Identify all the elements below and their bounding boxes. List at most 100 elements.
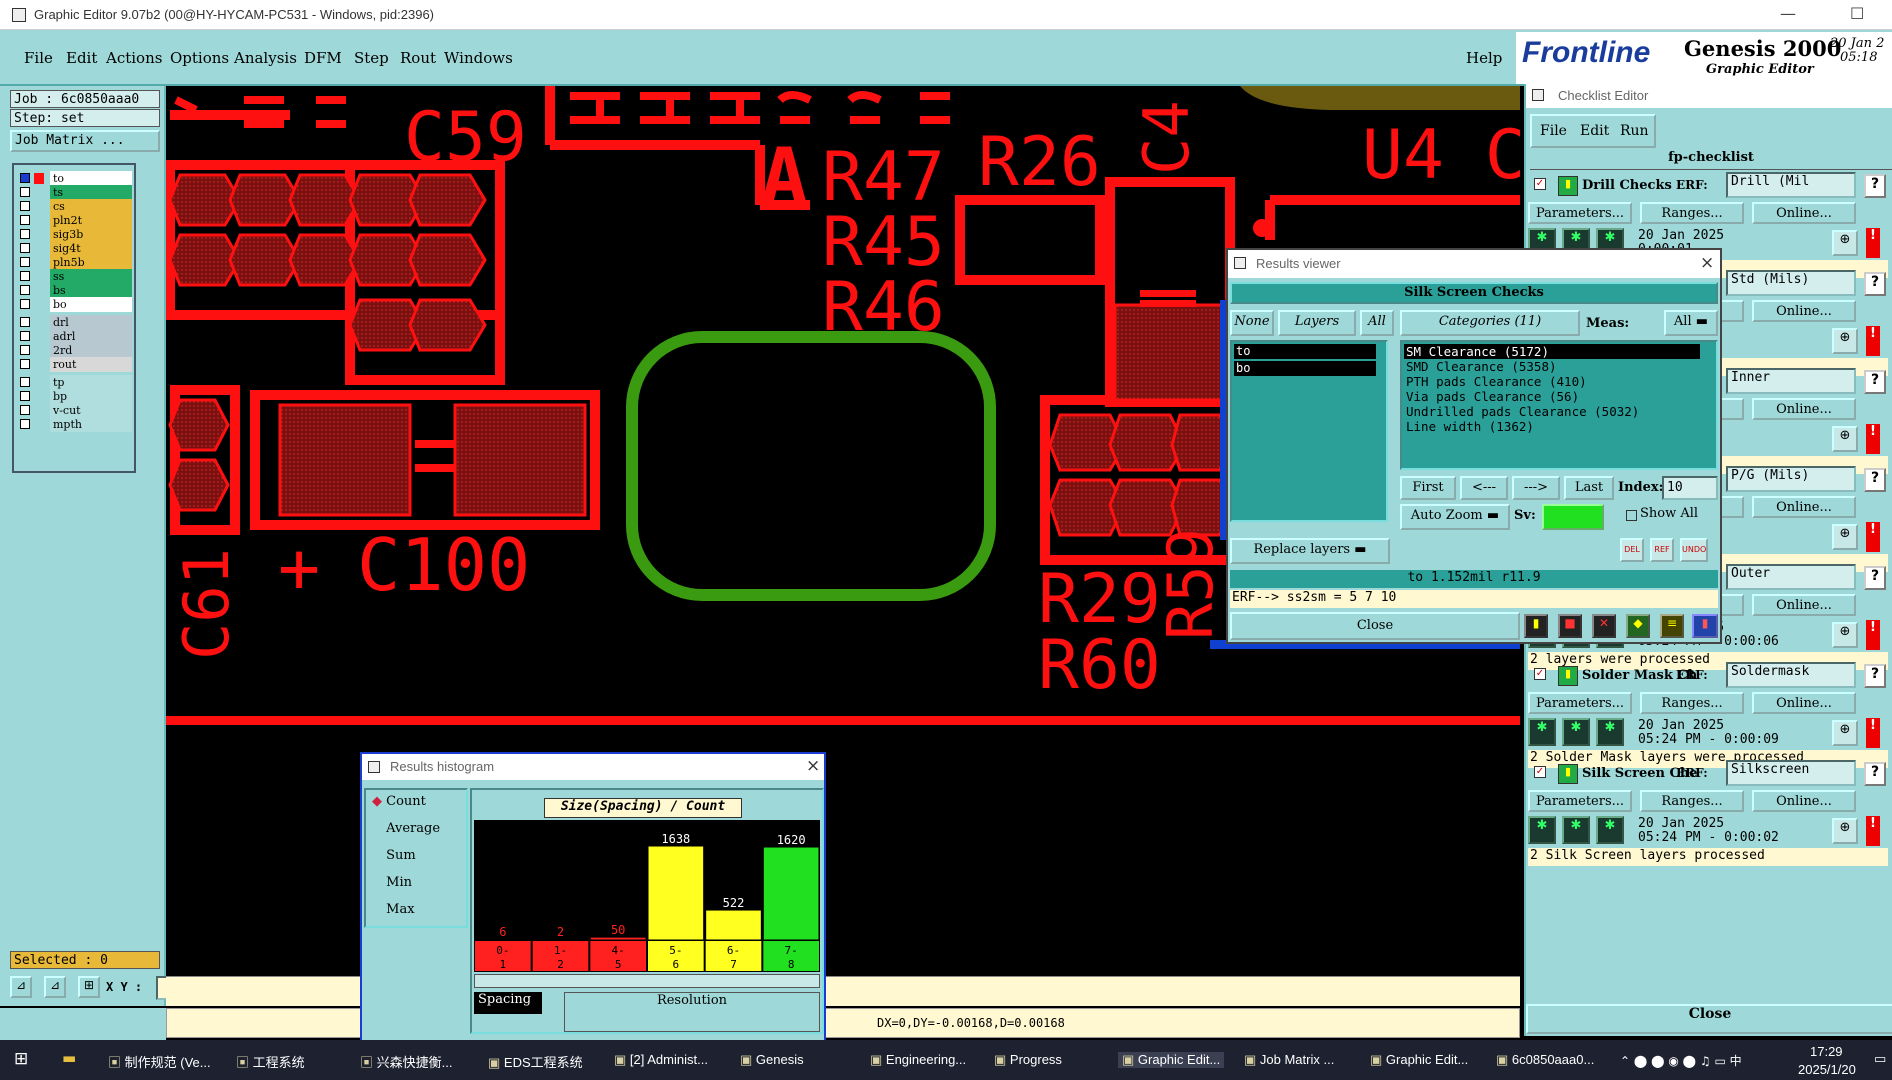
layer-name[interactable]: 2rd	[50, 343, 132, 358]
mark-icon[interactable]: ■	[1558, 614, 1582, 638]
histogram-close-icon[interactable]: ×	[806, 756, 820, 776]
zoom-icon[interactable]: ⊕	[1832, 230, 1858, 256]
layer-checkbox[interactable]	[20, 331, 30, 341]
check-online-button[interactable]: Online...	[1752, 496, 1856, 518]
error-icon[interactable]: !	[1866, 228, 1880, 258]
category-item[interactable]: Via pads Clearance (56)	[1404, 389, 1700, 404]
layer-checkbox[interactable]	[20, 345, 30, 355]
layer-checkbox[interactable]	[20, 317, 30, 327]
run-step-icon[interactable]: ✱	[1562, 816, 1590, 844]
layer-row-sig4t[interactable]: sig4t	[16, 241, 134, 256]
layer-color-swatch[interactable]	[34, 391, 44, 402]
layer-row-tp[interactable]: tp	[16, 375, 134, 390]
erf-value[interactable]: Drill (Mil	[1726, 172, 1856, 198]
layer-color-swatch[interactable]	[34, 331, 44, 342]
check-online-button[interactable]: Online...	[1752, 300, 1856, 322]
radio-icon[interactable]: ◆	[372, 821, 386, 836]
check-params-button[interactable]: Parameters...	[1528, 790, 1632, 812]
layer-name[interactable]: pln5b	[50, 255, 132, 270]
menu-rout[interactable]: Rout	[400, 49, 436, 67]
taskbar-item[interactable]: ▣ EDS工程系统	[488, 1052, 583, 1071]
layer-result-to[interactable]: to	[1234, 344, 1376, 359]
run-step-icon[interactable]: ✱	[1596, 718, 1624, 746]
layer-color-swatch[interactable]	[34, 243, 44, 254]
taskbar-item[interactable]: ▣ Job Matrix ...	[1244, 1052, 1334, 1068]
maximize-button[interactable]: ☐	[1850, 4, 1864, 23]
check-params-button[interactable]: Parameters...	[1528, 692, 1632, 714]
layer-name[interactable]: sig4t	[50, 241, 132, 256]
histogram-bar[interactable]	[647, 845, 705, 941]
layer-name[interactable]: to	[50, 171, 132, 186]
layer-name[interactable]: bp	[50, 389, 132, 404]
layer-checkbox[interactable]	[20, 419, 30, 429]
layer-row-ss[interactable]: ss	[16, 269, 134, 284]
layer-checkbox[interactable]	[20, 391, 30, 401]
clear-icon[interactable]: ✕	[1592, 614, 1616, 638]
layer-checkbox[interactable]	[20, 243, 30, 253]
erf-value[interactable]: P/G (Mils)	[1726, 466, 1856, 492]
mode-sum-radio[interactable]: ◆ Sum	[372, 848, 416, 863]
error-icon[interactable]: !	[1866, 522, 1880, 552]
highlight-icon[interactable]: ▮	[1524, 614, 1548, 638]
check-enabled-checkbox[interactable]: ✓	[1534, 668, 1546, 680]
zoom-icon[interactable]: ⊕	[1832, 622, 1858, 648]
menu-analysis[interactable]: Analysis	[234, 49, 297, 67]
taskbar-item[interactable]: ▣ Genesis	[740, 1052, 804, 1068]
job-matrix-button[interactable]: Job Matrix ...	[10, 130, 160, 152]
error-icon[interactable]: !	[1866, 718, 1880, 748]
layer-checkbox[interactable]	[20, 201, 30, 211]
layer-name[interactable]: ts	[50, 185, 132, 200]
layer-color-swatch[interactable]	[34, 419, 44, 430]
layer-checkbox[interactable]	[20, 187, 30, 197]
ref-icon[interactable]: REF	[1650, 538, 1674, 562]
notification-icon[interactable]: ▭	[1874, 1052, 1886, 1067]
help-icon[interactable]: ?	[1864, 468, 1886, 492]
layer-row-to[interactable]: to	[16, 171, 134, 186]
minimize-button[interactable]: —	[1780, 4, 1796, 23]
taskbar-item[interactable]: ▣ Engineering...	[870, 1052, 966, 1068]
layer-row-bo[interactable]: bo	[16, 297, 134, 312]
layer-row-sig3b[interactable]: sig3b	[16, 227, 134, 242]
error-icon[interactable]: !	[1866, 816, 1880, 846]
mode-average-radio[interactable]: ◆ Average	[372, 821, 440, 836]
start-icon[interactable]: ⊞	[14, 1049, 28, 1069]
erf-value[interactable]: Std (Mils)	[1726, 270, 1856, 296]
layer-row-mpth[interactable]: mpth	[16, 417, 134, 432]
layer-color-swatch[interactable]	[34, 201, 44, 212]
layer-color-swatch[interactable]	[34, 359, 44, 370]
none-button[interactable]: None	[1230, 310, 1274, 336]
layer-name[interactable]: v-cut	[50, 403, 132, 418]
layer-checkbox[interactable]	[20, 271, 30, 281]
zoom-icon[interactable]: ⊕	[1832, 818, 1858, 844]
help-icon[interactable]: ?	[1864, 566, 1886, 590]
layer-row-bs[interactable]: bs	[16, 283, 134, 298]
help-icon[interactable]: ?	[1864, 370, 1886, 394]
menu-dfm[interactable]: DFM	[304, 49, 342, 67]
layer-color-swatch[interactable]	[34, 345, 44, 356]
layer-row-drl[interactable]: drl	[16, 315, 134, 330]
first-button[interactable]: First	[1400, 476, 1456, 500]
erf-value[interactable]: Inner	[1726, 368, 1856, 394]
radio-icon[interactable]: ◆	[372, 902, 386, 917]
taskbar-item[interactable]: ▣ 制作规范 (Ve...	[108, 1052, 211, 1071]
meas-dropdown[interactable]: All ▬	[1664, 310, 1718, 336]
histogram-bar[interactable]	[705, 909, 762, 941]
check-ranges-button[interactable]: Ranges...	[1640, 790, 1744, 812]
error-icon[interactable]: !	[1866, 326, 1880, 356]
snap-icon[interactable]: ⊿	[10, 976, 32, 998]
category-item[interactable]: SMD Clearance (5358)	[1404, 359, 1700, 374]
layer-checkbox[interactable]	[20, 377, 30, 387]
layer-results-list[interactable]: to bo	[1230, 340, 1388, 522]
layer-color-swatch[interactable]	[34, 271, 44, 282]
radio-icon[interactable]: ◆	[372, 875, 386, 890]
layer-checkbox[interactable]	[20, 257, 30, 267]
layer-name[interactable]: mpth	[50, 417, 132, 432]
menu-options[interactable]: Options	[170, 49, 229, 67]
layer-row-cs[interactable]: cs	[16, 199, 134, 214]
taskbar-item[interactable]: ▣ Progress	[994, 1052, 1062, 1068]
layer-row-v-cut[interactable]: v-cut	[16, 403, 134, 418]
histogram-bar[interactable]	[762, 846, 820, 941]
mode-count-radio[interactable]: ◆ Count	[372, 794, 426, 809]
auto-zoom-dropdown[interactable]: Auto Zoom ▬	[1400, 504, 1510, 530]
next-button[interactable]: --->	[1512, 476, 1560, 500]
